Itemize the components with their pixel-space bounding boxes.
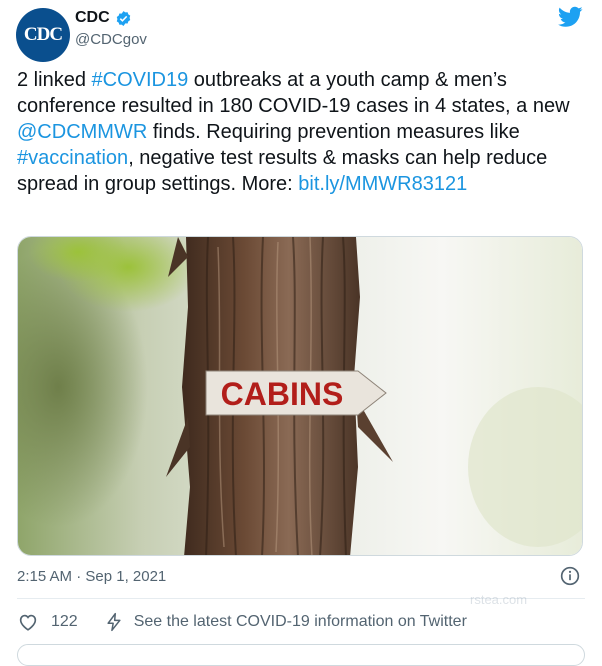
mention-cdcmmwr-link[interactable]: @CDCMMWR xyxy=(17,121,147,143)
author-name-row[interactable]: CDC xyxy=(75,9,132,27)
tweet-text-part: 2 linked xyxy=(17,69,92,91)
verified-badge-icon xyxy=(116,10,130,26)
bottom-button-edge[interactable] xyxy=(17,644,585,666)
watermark: rstea.com xyxy=(470,592,528,607)
hashtag-vaccination-link[interactable]: #vaccination xyxy=(17,147,128,169)
covid-info-link[interactable]: See the latest COVID-19 information on T… xyxy=(134,613,467,631)
tweet-actions: 122 See the latest COVID-19 information … xyxy=(17,611,467,633)
tweet-text: 2 linked #COVID19 outbreaks at a youth c… xyxy=(17,67,587,197)
tweet-media-photo[interactable]: CABINS xyxy=(17,236,583,556)
sign-text: CABINS xyxy=(221,376,344,412)
twitter-bird-icon[interactable] xyxy=(558,6,583,28)
tweet-text-part: finds. Requiring prevention measures lik… xyxy=(147,121,520,143)
like-count[interactable]: 122 xyxy=(51,613,78,631)
tweet-timestamp[interactable]: 2:15 AM · Sep 1, 2021 xyxy=(17,568,166,585)
author-name[interactable]: CDC xyxy=(75,9,110,27)
lightning-bolt-icon xyxy=(107,612,121,632)
author-handle[interactable]: @CDCgov xyxy=(75,31,147,48)
avatar[interactable]: CDC xyxy=(16,8,70,62)
cabins-sign-photo: CABINS xyxy=(18,237,582,555)
avatar-text: CDC xyxy=(23,24,63,45)
hashtag-covid19-link[interactable]: #COVID19 xyxy=(92,69,189,91)
short-url-link[interactable]: bit.ly/MMWR83121 xyxy=(298,173,467,195)
heart-icon[interactable] xyxy=(17,611,39,633)
info-icon[interactable] xyxy=(560,566,580,586)
